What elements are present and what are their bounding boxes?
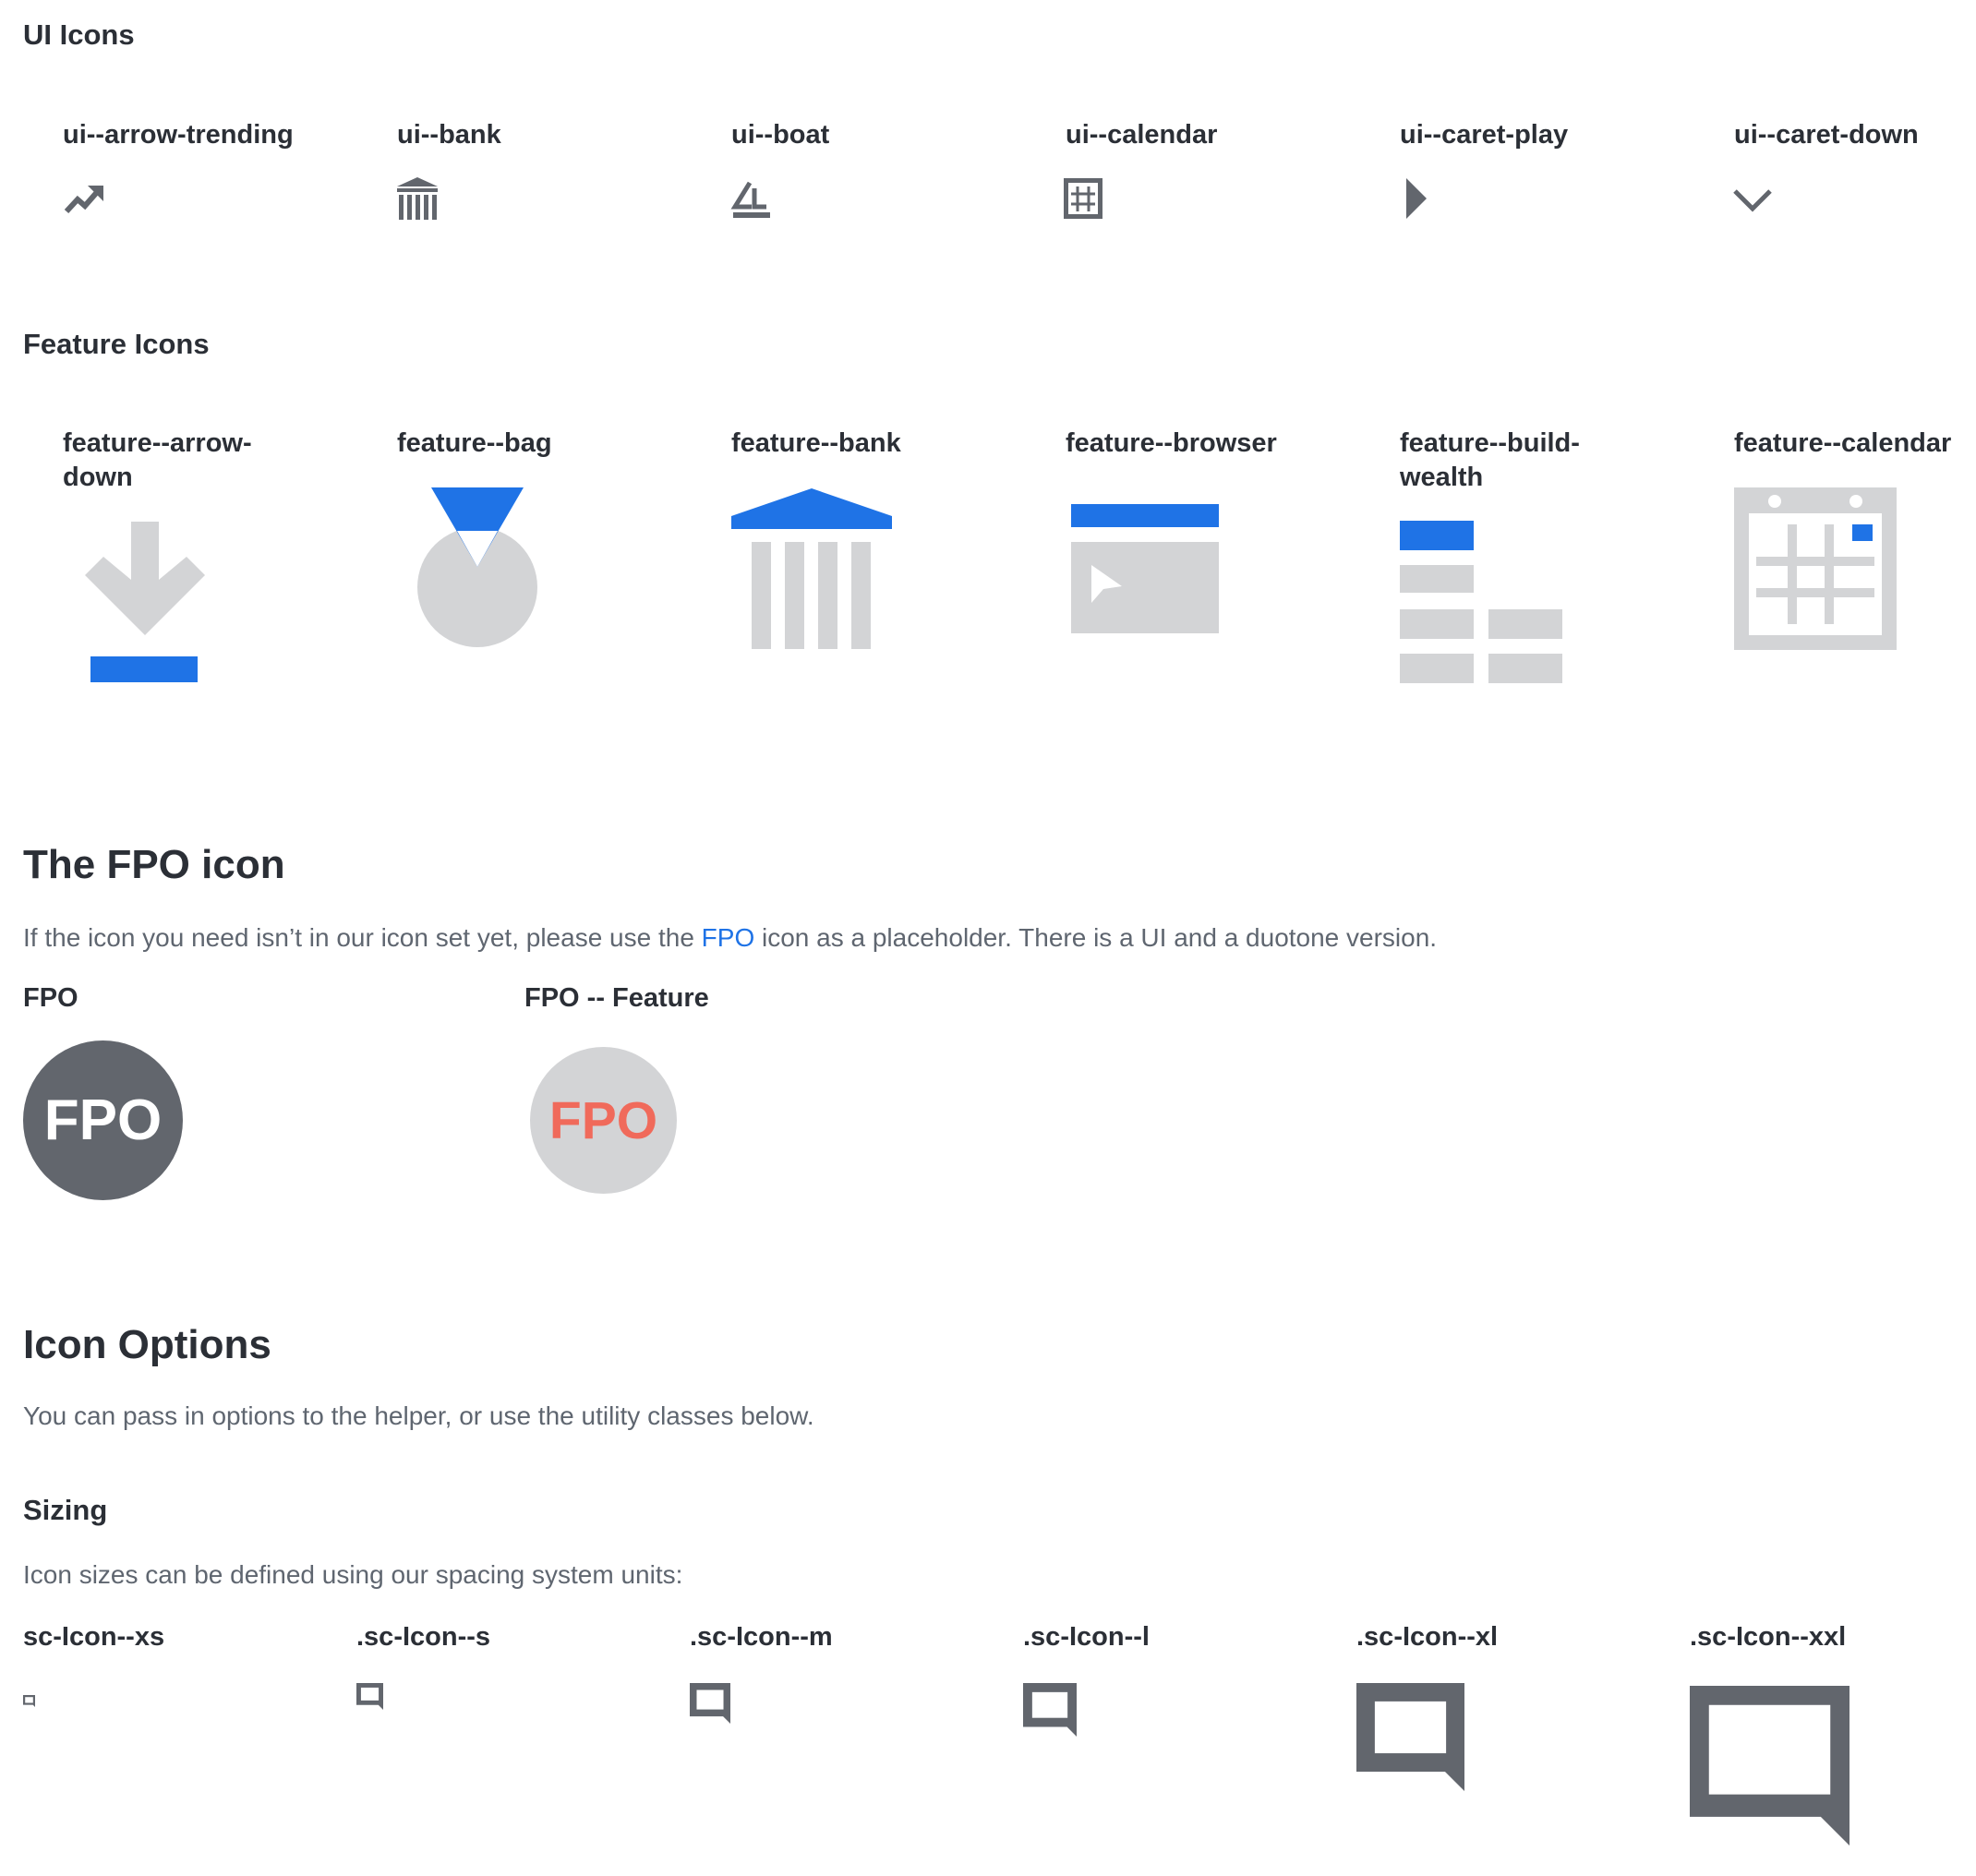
icon-options-description: You can pass in options to the helper, o… (23, 1401, 814, 1430)
sizing-xl-label: .sc-Icon--xl (1356, 1622, 1499, 1652)
feature-browser-label: feature--browser (1066, 428, 1277, 458)
sizing-xxl-label: .sc-Icon--xxl (1690, 1622, 1847, 1652)
sizing-s-label: .sc-Icon--s (356, 1622, 491, 1652)
fpo-description: If the icon you need isn’t in our icon s… (23, 923, 1437, 953)
feature-arrow-down-label-line2: down (63, 463, 133, 492)
calendar-icon (1734, 487, 1897, 650)
fpo-feature-label: FPO -- Feature (524, 983, 709, 1013)
boat-icon (730, 181, 770, 218)
caret-down-icon (1733, 189, 1772, 212)
calendar-icon (1064, 178, 1102, 219)
feature-icons-heading: Feature Icons (23, 328, 210, 360)
fpo-description-before: If the icon you need isn’t in our icon s… (23, 923, 702, 952)
icon-options-heading: Icon Options (23, 1322, 271, 1367)
ui-calendar-label: ui--calendar (1066, 120, 1218, 150)
arrow-down-icon (85, 522, 205, 682)
ui-bank-label: ui--bank (397, 120, 501, 150)
speech-bubble-icon (690, 1683, 730, 1724)
sizing-description: Icon sizes can be defined using our spac… (23, 1560, 683, 1589)
feature-arrow-down-label: feature--arrow- down (63, 427, 252, 495)
feature-build-wealth-label-line1: feature--build- (1400, 428, 1580, 458)
ui-caret-down-label: ui--caret-down (1734, 120, 1919, 150)
feature-arrow-down-label-line1: feature--arrow- (63, 428, 252, 458)
arrow-trending-icon (64, 186, 103, 214)
fpo-ui-label: FPO (23, 983, 78, 1013)
fpo-icon-text: FPO (43, 1088, 163, 1152)
fpo-icon: FPO (23, 1040, 183, 1200)
speech-bubble-icon (1023, 1683, 1077, 1737)
feature-bank-label: feature--bank (731, 428, 901, 458)
fpo-feature-icon: FPO (530, 1047, 677, 1194)
speech-bubble-icon (23, 1695, 35, 1707)
speech-bubble-icon (356, 1683, 383, 1710)
fpo-description-after: icon as a placeholder. There is a UI and… (754, 923, 1438, 952)
fpo-link[interactable]: FPO (702, 923, 755, 952)
ui-caret-play-label: ui--caret-play (1400, 120, 1569, 150)
ui-arrow-trending-label: ui--arrow-trending (63, 120, 294, 150)
feature-build-wealth-label-line2: wealth (1400, 463, 1484, 492)
feature-bag-label: feature--bag (397, 428, 552, 458)
bank-icon (731, 488, 892, 649)
browser-icon (1071, 504, 1219, 633)
feature-build-wealth-label: feature--build- wealth (1400, 427, 1580, 495)
sizing-m-label: .sc-Icon--m (690, 1622, 833, 1652)
speech-bubble-icon (1356, 1683, 1464, 1791)
feature-calendar-label: feature--calendar (1734, 428, 1952, 458)
build-wealth-icon (1400, 521, 1562, 683)
ui-boat-label: ui--boat (731, 120, 830, 150)
sizing-heading: Sizing (23, 1494, 108, 1526)
fpo-heading: The FPO icon (23, 842, 285, 887)
bag-icon (417, 487, 537, 647)
speech-bubble-icon (1690, 1686, 1849, 1846)
sizing-xs-label: sc-Icon--xs (23, 1622, 165, 1652)
bank-icon (397, 177, 438, 220)
caret-play-icon (1406, 178, 1427, 219)
ui-icons-heading: UI Icons (23, 18, 135, 51)
sizing-l-label: .sc-Icon--l (1023, 1622, 1150, 1652)
fpo-feature-icon-text: FPO (548, 1090, 658, 1150)
